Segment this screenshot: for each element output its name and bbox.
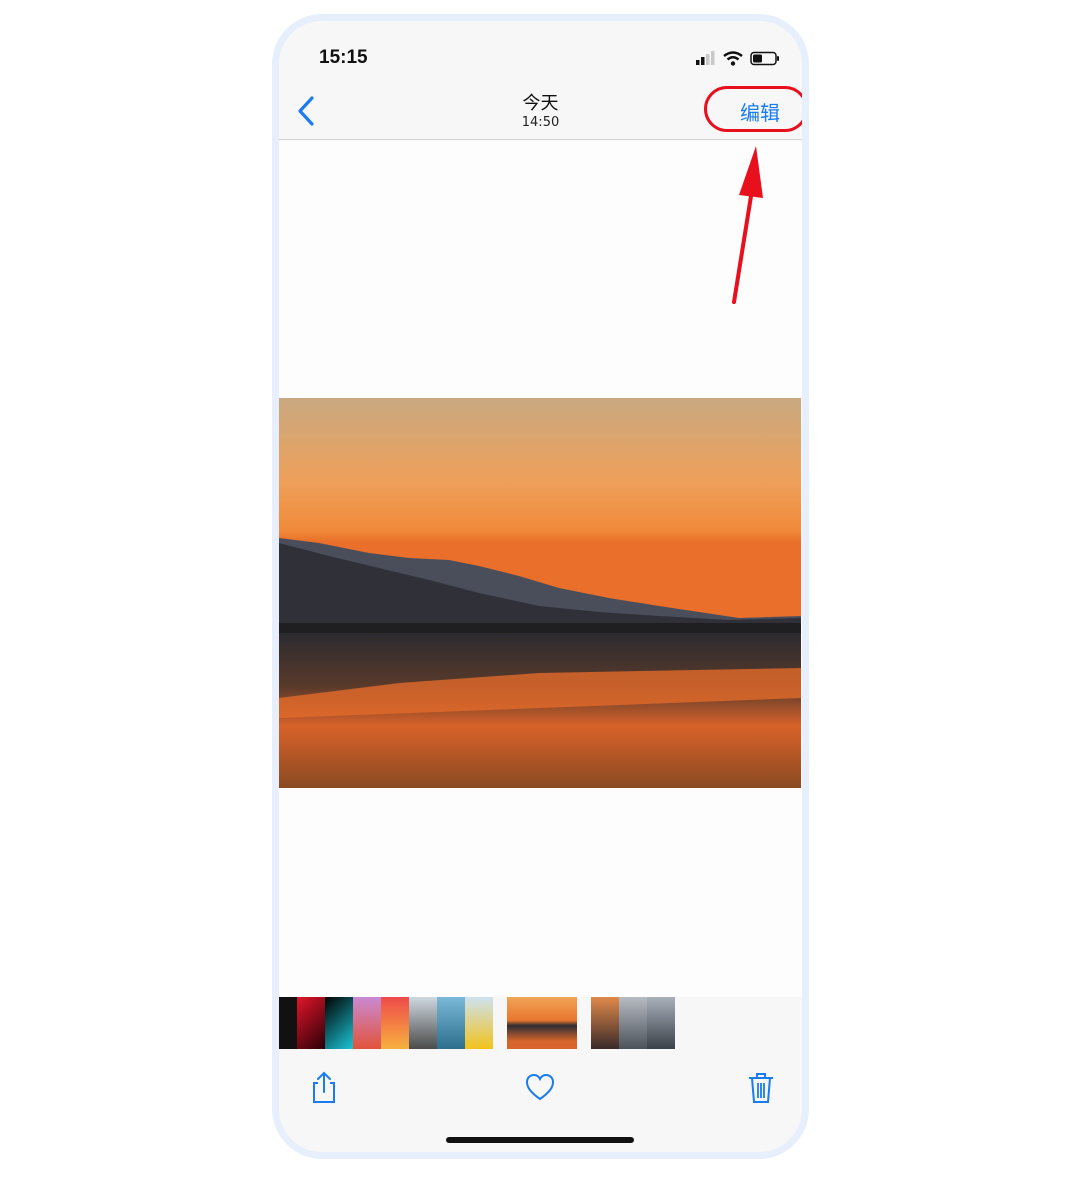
thumbnail[interactable] — [493, 997, 507, 1049]
thumbnail[interactable] — [619, 997, 647, 1049]
thumbnail[interactable] — [577, 997, 591, 1049]
status-time: 15:15 — [319, 47, 368, 68]
favorite-button[interactable] — [524, 1071, 556, 1105]
status-icons — [696, 49, 780, 67]
wifi-icon — [723, 50, 743, 66]
cellular-signal-icon — [696, 51, 715, 65]
delete-button[interactable] — [745, 1071, 777, 1105]
bottom-toolbar — [279, 1061, 802, 1111]
thumbnail[interactable] — [465, 997, 493, 1049]
thumbnail[interactable] — [279, 997, 297, 1049]
trash-icon — [749, 1073, 773, 1103]
edit-button[interactable]: 编辑 — [740, 97, 780, 126]
photo-viewer — [279, 141, 802, 997]
thumbnail[interactable] — [353, 997, 381, 1049]
share-icon — [313, 1071, 335, 1103]
thumbnail[interactable] — [409, 997, 437, 1049]
thumbnail[interactable] — [591, 997, 619, 1049]
navigation-bar: 今天 14:50 编辑 — [279, 81, 802, 140]
sunset-photo[interactable] — [279, 398, 801, 788]
phone-frame: 15:15 今天 14:50 编辑 — [272, 14, 809, 1159]
thumbnail[interactable] — [437, 997, 465, 1049]
thumbnail-strip[interactable] — [279, 997, 802, 1053]
battery-icon — [750, 51, 779, 65]
share-button[interactable] — [308, 1071, 340, 1105]
thumbnail-current[interactable] — [507, 997, 577, 1049]
thumbnail[interactable] — [381, 997, 409, 1049]
thumbnail[interactable] — [647, 997, 675, 1049]
home-indicator — [446, 1137, 634, 1143]
heart-icon — [525, 1073, 555, 1101]
thumbnail[interactable] — [297, 997, 325, 1049]
thumbnail[interactable] — [325, 997, 353, 1049]
